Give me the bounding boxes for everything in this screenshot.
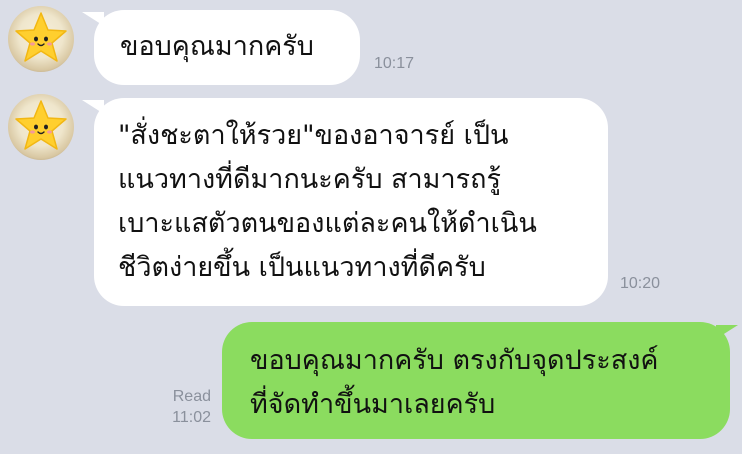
message-timestamp: 11:02 (172, 409, 211, 426)
message-text-line: ขอบคุณมากครับ ตรงกับจุดประสงค์ (250, 345, 659, 376)
bubble-tail (716, 325, 738, 339)
message-text-line: ชีวิตง่ายขึ้น เป็นแนวทางที่ดีครับ (118, 252, 486, 283)
message-timestamp: 10:20 (620, 275, 661, 292)
read-receipt: Read 11:02 (172, 386, 211, 428)
read-label: Read (172, 388, 211, 405)
outgoing-message-bubble[interactable]: ขอบคุณมากครับ ตรงกับจุดประสงค์ ที่จัดทำข… (222, 322, 730, 439)
star-face-icon (15, 12, 67, 62)
incoming-message-bubble[interactable]: ขอบคุณมากครับ (94, 10, 360, 85)
message-text-line: แนวทางที่ดีมากนะครับ สามารถรู้ (118, 164, 501, 195)
avatar[interactable] (8, 6, 74, 72)
incoming-message-bubble[interactable]: "สั่งชะตาให้รวย"ของอาจารย์ เป็น แนวทางที… (94, 98, 608, 306)
message-text-line: เบาะแสตัวตนของแต่ละคนให้ดำเนิน (118, 208, 537, 239)
message-text-line: "สั่งชะตาให้รวย"ของอาจารย์ เป็น (118, 120, 509, 151)
message-timestamp: 10:17 (374, 55, 415, 72)
message-text-line: ที่จัดทำขึ้นมาเลยครับ (250, 389, 496, 420)
message-text: ขอบคุณมากครับ (120, 31, 314, 62)
star-face-icon (15, 100, 67, 150)
avatar[interactable] (8, 94, 74, 160)
